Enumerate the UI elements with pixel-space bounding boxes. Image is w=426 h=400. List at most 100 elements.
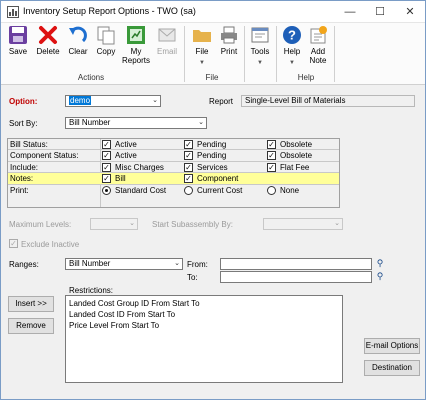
ranges-value: Bill Number bbox=[69, 259, 111, 268]
chevron-down-icon: ⌄ bbox=[174, 260, 180, 267]
chevron-down-icon: ⌄ bbox=[152, 97, 158, 104]
email-button[interactable]: Email bbox=[154, 25, 180, 56]
include-label: Include: bbox=[10, 162, 39, 172]
insert-button[interactable]: Insert >> bbox=[8, 296, 54, 312]
options-grid: Bill Status: ✓ Active ✓ Pending ✓ Obsole… bbox=[7, 138, 340, 208]
notes-label: Notes: bbox=[10, 174, 34, 184]
email-label: Email bbox=[156, 47, 177, 56]
copy-label: Copy bbox=[96, 47, 116, 56]
print-icon bbox=[221, 26, 237, 44]
misc-charges-checkbox[interactable]: ✓ bbox=[102, 162, 111, 172]
component-pending-checkbox[interactable]: ✓ bbox=[184, 151, 193, 161]
bill-status-row: Bill Status: ✓ Active ✓ Pending ✓ Obsole… bbox=[8, 139, 339, 151]
option-dropdown[interactable]: demo ⌄ bbox=[65, 95, 161, 107]
bill-notes-label: Bill bbox=[115, 174, 126, 184]
remove-button[interactable]: Remove bbox=[8, 318, 54, 334]
component-obsolete-checkbox[interactable]: ✓ bbox=[267, 151, 276, 161]
component-status-label: Component Status: bbox=[10, 151, 79, 161]
flat-fee-checkbox[interactable]: ✓ bbox=[267, 162, 276, 172]
chevron-down-icon: ⌄ bbox=[129, 220, 135, 227]
exclude-inactive-label: Exclude Inactive bbox=[21, 240, 80, 249]
bill-notes-checkbox[interactable]: ✓ bbox=[102, 174, 111, 184]
clear-button[interactable]: Clear bbox=[65, 25, 91, 56]
ribbon-separator bbox=[244, 26, 245, 82]
ranges-dropdown[interactable]: Bill Number ⌄ bbox=[65, 258, 183, 270]
help-dropdown-icon: ▼ bbox=[289, 60, 295, 66]
notes-row: Notes: ✓ Bill ✓ Component bbox=[8, 173, 339, 185]
tools-label: Tools bbox=[250, 47, 270, 56]
bill-pending-checkbox[interactable]: ✓ bbox=[184, 140, 193, 149]
bill-obsolete-checkbox[interactable]: ✓ bbox=[267, 140, 276, 149]
print-label: Print bbox=[220, 47, 238, 56]
start-subassembly-dropdown[interactable]: ⌄ bbox=[263, 218, 343, 230]
sort-by-value: Bill Number bbox=[69, 118, 111, 127]
restrictions-list[interactable]: Landed Cost Group ID From Start To Lande… bbox=[65, 295, 343, 383]
email-options-button[interactable]: E-mail Options bbox=[364, 338, 420, 354]
option-value: demo bbox=[69, 96, 92, 105]
magnifier-icon: ⚲ bbox=[376, 258, 384, 268]
help-label: Help bbox=[283, 47, 301, 56]
help-button[interactable]: ? Help ▼ bbox=[279, 25, 305, 66]
tools-dropdown-icon: ▼ bbox=[257, 60, 263, 66]
standard-cost-radio[interactable] bbox=[102, 185, 111, 195]
minimize-button[interactable]: — bbox=[335, 1, 365, 23]
delete-icon bbox=[39, 26, 57, 44]
ribbon-separator bbox=[276, 26, 277, 82]
start-subassembly-label: Start Subassembly By: bbox=[152, 220, 233, 229]
chevron-down-icon: ⌄ bbox=[198, 119, 204, 126]
list-item[interactable]: Price Level From Start To bbox=[69, 321, 159, 330]
component-active-checkbox[interactable]: ✓ bbox=[102, 151, 111, 161]
tools-icon bbox=[251, 27, 269, 43]
close-button[interactable]: ✕ bbox=[395, 1, 425, 23]
sort-by-dropdown[interactable]: Bill Number ⌄ bbox=[65, 117, 207, 129]
exclude-inactive-checkbox[interactable]: ✓ bbox=[9, 239, 18, 248]
file-button[interactable]: File ▼ bbox=[189, 25, 215, 66]
none-radio[interactable] bbox=[267, 185, 276, 195]
maximum-levels-label: Maximum Levels: bbox=[9, 220, 72, 229]
bill-pending-label: Pending bbox=[197, 140, 227, 149]
print-button[interactable]: Print bbox=[216, 25, 242, 56]
from-lookup-button[interactable]: ⚲ bbox=[374, 258, 386, 270]
report-field: Single-Level Bill of Materials bbox=[241, 95, 415, 107]
add-note-button[interactable]: Add Note bbox=[305, 25, 331, 65]
bill-obsolete-label: Obsolete bbox=[280, 140, 313, 149]
misc-charges-label: Misc Charges bbox=[115, 162, 164, 172]
delete-button[interactable]: Delete bbox=[34, 25, 62, 56]
actions-group-label: Actions bbox=[77, 73, 105, 82]
file-group-label: File bbox=[205, 73, 219, 82]
current-cost-label: Current Cost bbox=[197, 185, 243, 195]
component-notes-checkbox[interactable]: ✓ bbox=[184, 174, 193, 184]
restrictions-label: Restrictions: bbox=[69, 286, 114, 295]
ribbon-toolbar: Save Delete Clear Copy My Reports Email … bbox=[1, 23, 425, 85]
save-button[interactable]: Save bbox=[5, 25, 31, 56]
list-item[interactable]: Landed Cost ID From Start To bbox=[69, 310, 175, 319]
services-checkbox[interactable]: ✓ bbox=[184, 162, 193, 172]
option-label: Option: bbox=[9, 97, 38, 106]
to-input[interactable] bbox=[220, 271, 372, 283]
save-label: Save bbox=[8, 47, 28, 56]
standard-cost-label: Standard Cost bbox=[115, 185, 167, 195]
maximum-levels-dropdown[interactable]: ⌄ bbox=[90, 218, 138, 230]
maximize-button[interactable]: ☐ bbox=[365, 1, 395, 23]
from-input[interactable] bbox=[220, 258, 372, 270]
window-title: Inventory Setup Report Options - TWO (sa… bbox=[23, 6, 196, 16]
svg-text:?: ? bbox=[288, 28, 296, 43]
current-cost-radio[interactable] bbox=[184, 185, 193, 195]
my-reports-icon bbox=[127, 26, 145, 44]
add-note-label: Add Note bbox=[309, 47, 327, 65]
file-dropdown-icon: ▼ bbox=[199, 60, 205, 66]
bill-active-checkbox[interactable]: ✓ bbox=[102, 140, 111, 149]
my-reports-label: My Reports bbox=[121, 47, 150, 65]
list-item[interactable]: Landed Cost Group ID From Start To bbox=[69, 299, 200, 308]
folder-icon bbox=[193, 30, 211, 42]
magnifier-icon: ⚲ bbox=[376, 271, 384, 281]
destination-button[interactable]: Destination bbox=[364, 360, 420, 376]
tools-button[interactable]: Tools ▼ bbox=[247, 25, 273, 66]
copy-button[interactable]: Copy bbox=[93, 25, 119, 56]
to-lookup-button[interactable]: ⚲ bbox=[374, 271, 386, 283]
add-note-icon bbox=[310, 26, 327, 44]
email-icon bbox=[158, 28, 176, 42]
component-active-label: Active bbox=[115, 151, 137, 161]
my-reports-button[interactable]: My Reports bbox=[121, 25, 151, 65]
to-label: To: bbox=[187, 273, 198, 282]
